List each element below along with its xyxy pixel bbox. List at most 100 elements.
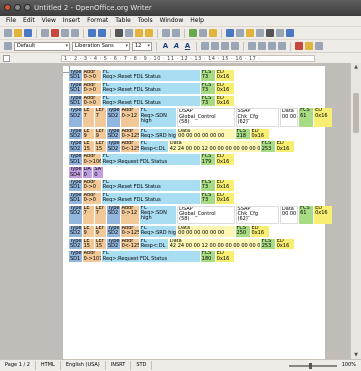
frame-field: Addr 0<-125 bbox=[120, 141, 139, 153]
highlight-icon[interactable] bbox=[305, 42, 313, 50]
toolbar-separator bbox=[184, 28, 185, 38]
decrease-indent-icon[interactable] bbox=[268, 42, 276, 50]
export-pdf-icon[interactable] bbox=[51, 29, 59, 37]
paste-icon[interactable] bbox=[135, 29, 143, 37]
autospell-icon[interactable] bbox=[98, 29, 106, 37]
frame-field: FCS 61 bbox=[299, 205, 314, 224]
frame-field: FCS 253 bbox=[260, 238, 275, 250]
navigator-icon[interactable] bbox=[236, 29, 244, 37]
gallery-icon[interactable] bbox=[246, 29, 254, 37]
save-icon[interactable] bbox=[24, 29, 32, 37]
justify-icon[interactable] bbox=[231, 42, 239, 50]
align-left-icon[interactable] bbox=[201, 42, 209, 50]
edit-file-icon[interactable] bbox=[41, 29, 49, 37]
window-controls bbox=[4, 4, 31, 11]
selection-mode-indicator[interactable]: STD bbox=[131, 361, 153, 370]
frame-field: ED 0x16 bbox=[215, 179, 234, 191]
zoom-level[interactable]: 100% bbox=[337, 361, 361, 370]
font-size-select[interactable]: 12 bbox=[132, 41, 152, 51]
spellcheck-icon[interactable] bbox=[88, 29, 96, 37]
menu-file[interactable]: File bbox=[6, 16, 16, 26]
format-paintbrush-icon[interactable] bbox=[145, 29, 153, 37]
find-replace-icon[interactable] bbox=[226, 29, 234, 37]
bullets-icon[interactable] bbox=[258, 42, 266, 50]
frame-field: SSAP Chk_Cfg (62) bbox=[235, 108, 279, 127]
close-window-button[interactable] bbox=[4, 4, 11, 11]
scroll-down-icon[interactable]: ▼ bbox=[351, 352, 361, 358]
frame-field: DSAP Global_Control (58) bbox=[177, 108, 235, 127]
menu-table[interactable]: Table bbox=[115, 16, 131, 26]
frame-field: SSAP Chk_Cfg (62) bbox=[235, 205, 279, 224]
window-title: Untitled 2 - OpenOffice.org Writer bbox=[34, 4, 152, 12]
frame-field: Addr 0->12 bbox=[120, 108, 139, 127]
tab-stop-selector[interactable] bbox=[3, 55, 10, 62]
insert-mode-indicator[interactable]: INSRT bbox=[106, 361, 132, 370]
new-document-icon[interactable] bbox=[4, 29, 12, 37]
vertical-scrollbar[interactable]: ▲ ▼ bbox=[350, 63, 361, 359]
font-name-select[interactable]: Liberation Sans bbox=[72, 41, 130, 51]
numbering-icon[interactable] bbox=[248, 42, 256, 50]
background-color-icon[interactable] bbox=[315, 42, 323, 50]
frame-field: Addr 0->125 bbox=[120, 128, 139, 140]
align-center-icon[interactable] bbox=[211, 42, 219, 50]
frame-field: FCS 73 bbox=[200, 95, 215, 107]
language-indicator[interactable]: English (USA) bbox=[61, 361, 106, 370]
document-page[interactable]: Type SD1 Addr 0->0 FC Req>:Reset FDL Statu… bbox=[63, 66, 333, 359]
frame-field: ED 0x16 bbox=[275, 238, 294, 250]
menu-view[interactable]: View bbox=[42, 16, 56, 26]
scroll-thumb[interactable] bbox=[353, 93, 359, 133]
frame-field: Type SD1 bbox=[69, 95, 82, 107]
hyperlink-icon[interactable] bbox=[189, 29, 197, 37]
styles-formatting-icon[interactable] bbox=[4, 42, 12, 50]
data-sources-icon[interactable] bbox=[256, 29, 264, 37]
print-preview-icon[interactable] bbox=[71, 29, 79, 37]
font-color-icon[interactable] bbox=[295, 42, 303, 50]
menu-tools[interactable]: Tools bbox=[138, 16, 153, 26]
show-draw-functions-icon[interactable] bbox=[209, 29, 217, 37]
frame-field: FC Req>:SDN high bbox=[139, 108, 177, 127]
menu-window[interactable]: Window bbox=[160, 16, 184, 26]
italic-icon[interactable]: A bbox=[172, 42, 181, 51]
frame-field: Addr 0->0 bbox=[82, 82, 101, 94]
print-icon[interactable] bbox=[61, 29, 69, 37]
horizontal-ruler[interactable]: 1 · 2 · 3 · 4 · 5 · 6 · 7 · 8 · 9 · 10 ·… bbox=[0, 52, 361, 63]
underline-icon[interactable]: A bbox=[183, 42, 192, 51]
frame-field: Addr 0->0 bbox=[82, 192, 101, 204]
zoom-icon[interactable] bbox=[276, 29, 284, 37]
scroll-up-icon[interactable]: ▲ bbox=[351, 64, 361, 70]
frame-field: Addr 0->0 bbox=[82, 179, 101, 191]
nonprinting-chars-icon[interactable] bbox=[266, 29, 274, 37]
redo-icon[interactable] bbox=[172, 29, 180, 37]
help-icon[interactable] bbox=[286, 29, 294, 37]
align-right-icon[interactable] bbox=[221, 42, 229, 50]
zoom-slider[interactable] bbox=[288, 362, 337, 369]
frame-field: LEr 7 bbox=[94, 108, 106, 127]
frame-field: FCS 73 bbox=[200, 70, 215, 81]
frame-field: Type SD1 bbox=[69, 179, 82, 191]
menu-insert[interactable]: Insert bbox=[63, 16, 80, 26]
paragraph-style-select[interactable]: Default bbox=[14, 41, 70, 51]
undo-icon[interactable] bbox=[162, 29, 170, 37]
frame-field: Data 00 00 00 00 00 00 bbox=[177, 128, 235, 140]
maximize-window-button[interactable] bbox=[24, 4, 31, 11]
minimize-window-button[interactable] bbox=[14, 4, 21, 11]
toolbar-separator bbox=[83, 28, 84, 38]
document-canvas[interactable]: Type SD1 Addr 0->0 FC Req>:Reset FDL Statu… bbox=[0, 63, 350, 359]
menu-help[interactable]: Help bbox=[190, 16, 204, 26]
menu-format[interactable]: Format bbox=[87, 16, 108, 26]
menu-edit[interactable]: Edit bbox=[23, 16, 35, 26]
open-folder-icon[interactable] bbox=[14, 29, 22, 37]
table-icon[interactable] bbox=[199, 29, 207, 37]
bold-icon[interactable]: A bbox=[161, 42, 170, 51]
cut-icon[interactable] bbox=[115, 29, 123, 37]
frame-row: Type SD2 LE 7 LEr 7 Type SD2 Addr 0->12 FC Re… bbox=[69, 108, 333, 127]
page-indicator[interactable]: Page 1 / 2 bbox=[0, 361, 36, 370]
formatting-toolbar: Default Liberation Sans 12 A A A bbox=[0, 39, 361, 52]
frame-field: LE 7 bbox=[82, 205, 94, 224]
frame-field: Type SD2 bbox=[106, 141, 120, 153]
page-style-indicator: HTML bbox=[36, 361, 61, 370]
frame-field: ED 0x16 bbox=[215, 192, 234, 204]
copy-icon[interactable] bbox=[125, 29, 133, 37]
title-bar: Untitled 2 - OpenOffice.org Writer bbox=[0, 0, 361, 16]
increase-indent-icon[interactable] bbox=[278, 42, 286, 50]
